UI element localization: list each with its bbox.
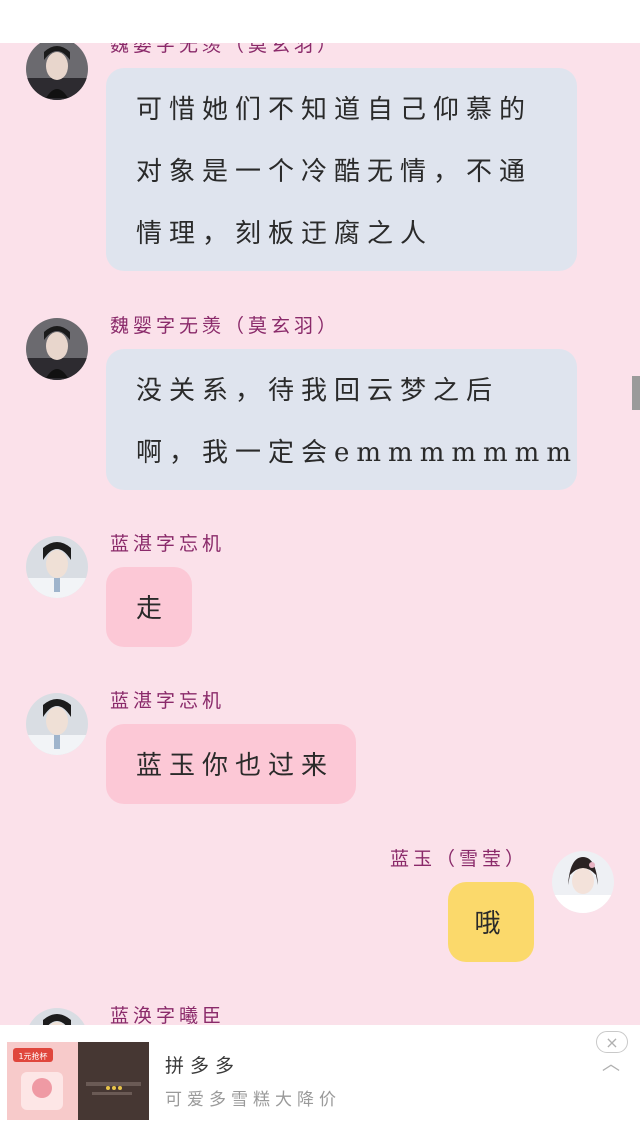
sender-name: 魏婴字无羡（莫玄羽） xyxy=(110,43,341,56)
avatar-wei-icon[interactable] xyxy=(26,318,88,380)
message-line: 哦 xyxy=(474,909,508,939)
message-bubble[interactable]: 没关系，待我回云梦之后 啊，我一定会emmmmmmm xyxy=(106,349,577,490)
avatar-lan-icon[interactable] xyxy=(26,693,88,755)
ad-image-promo[interactable] xyxy=(78,1042,149,1120)
message-line: 情理，刻板迂腐之人 xyxy=(136,219,434,249)
chat-area[interactable]: 魏婴字无羡（莫玄羽） 可惜她们不知道自己仰慕的 对象是一个冷酷无情，不通 情理，… xyxy=(0,43,640,1025)
avatar-lan-icon[interactable] xyxy=(26,536,88,598)
message-bubble[interactable]: 哦 xyxy=(448,882,534,962)
message-line: 蓝玉你也过来 xyxy=(136,751,335,781)
sender-name: 蓝涣字曦臣 xyxy=(110,1005,226,1025)
avatar-lan-icon[interactable] xyxy=(26,1008,88,1025)
avatar-self-icon[interactable] xyxy=(552,851,614,913)
ad-banner[interactable]: 1元抢杯 拼多多 可爱多雪糕大降价 xyxy=(0,1025,640,1138)
message-line: 没关系，待我回云梦之后 xyxy=(136,376,500,406)
message-line: 走 xyxy=(136,594,170,624)
ad-image-product[interactable]: 1元抢杯 xyxy=(7,1042,78,1120)
message-line: 可惜她们不知道自己仰慕的 xyxy=(136,95,533,125)
avatar-wei-icon[interactable] xyxy=(26,43,88,100)
close-icon[interactable]: × xyxy=(596,1031,628,1053)
ad-title[interactable]: 拼多多 xyxy=(165,1051,240,1078)
sender-name: 魏婴字无羡（莫玄羽） xyxy=(110,315,341,337)
sender-name: 蓝玉（雪莹） xyxy=(390,848,529,870)
message-bubble[interactable]: 可惜她们不知道自己仰慕的 对象是一个冷酷无情，不通 情理，刻板迂腐之人 xyxy=(106,68,577,271)
message-bubble[interactable]: 蓝玉你也过来 xyxy=(106,724,356,804)
ad-subtitle[interactable]: 可爱多雪糕大降价 xyxy=(165,1085,341,1110)
sender-name: 蓝湛字忘机 xyxy=(110,533,226,555)
message-line: 对象是一个冷酷无情，不通 xyxy=(136,157,533,187)
top-bar xyxy=(0,0,640,43)
ad-badge-text: 1元抢杯 xyxy=(18,1051,47,1061)
scrollbar-handle[interactable] xyxy=(632,376,640,410)
chevron-up-icon[interactable]: ︿ xyxy=(599,1055,623,1075)
message-line: 啊，我一定会emmmmmmm xyxy=(136,438,578,468)
message-bubble[interactable]: 走 xyxy=(106,567,192,647)
sender-name: 蓝湛字忘机 xyxy=(110,690,226,712)
